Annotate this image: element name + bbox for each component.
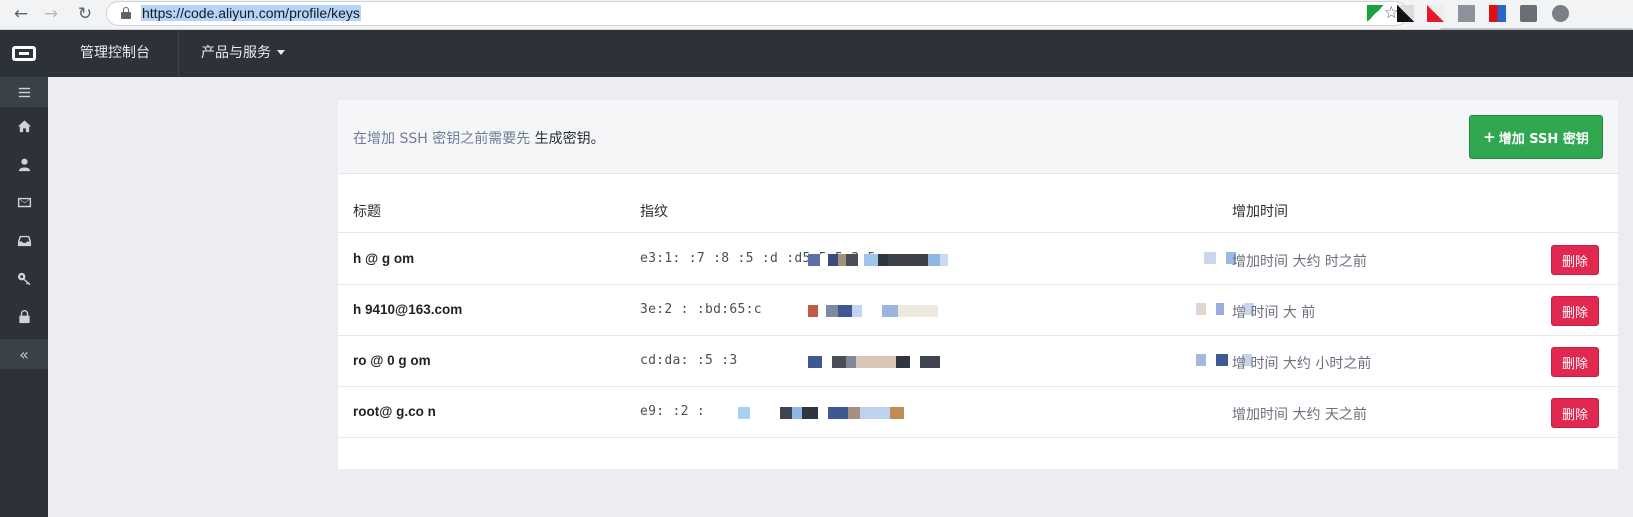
delete-button[interactable]: 删除 — [1551, 245, 1599, 275]
table-row: h 9410@163.com 3e:2 : :bd:65:c 增 时间 大 前 … — [338, 285, 1618, 336]
add-ssh-key-label: 增加 SSH 密钥 — [1498, 131, 1589, 147]
generate-key-link[interactable]: 生成密钥 — [535, 131, 591, 147]
add-ssh-key-button[interactable]: + 增加 SSH 密钥 — [1469, 115, 1603, 159]
column-header-title: 标题 — [353, 204, 381, 220]
redacted-pixels — [1196, 252, 1236, 264]
column-header-added-time: 增加时间 — [1232, 204, 1288, 220]
sidebar: « — [0, 77, 48, 517]
nav-divider — [178, 30, 179, 77]
lock-icon — [121, 7, 131, 19]
table-row: ro @ 0 g om cd:da: :5 :3 增 时间 大约 小时之前 删除 — [338, 336, 1618, 387]
redacted-pixels — [808, 356, 940, 368]
redacted-pixels — [808, 305, 938, 317]
extension-icon[interactable] — [1489, 5, 1506, 22]
inbox-icon — [17, 235, 31, 246]
ssh-keys-panel: 在增加 SSH 密钥之前需要先 生成密钥。 + 增加 SSH 密钥 标题 指纹 … — [338, 100, 1618, 469]
plus-icon: + — [1483, 128, 1496, 146]
menu-icon[interactable] — [0, 77, 48, 107]
user-icon — [18, 158, 30, 171]
notice-bar: 在增加 SSH 密钥之前需要先 生成密钥。 + 增加 SSH 密钥 — [338, 100, 1618, 174]
key-fingerprint: e9: :2 : — [640, 404, 706, 419]
table-row: root@ g.co n e9: :2 : 增加时间 大约 天之前 删除 — [338, 387, 1618, 438]
key-added-time: 增加时间 大约 天之前 — [1232, 407, 1367, 423]
sidebar-item-keys[interactable] — [0, 259, 48, 297]
extension-icon[interactable] — [1427, 5, 1444, 22]
top-navbar: 管理控制台 产品与服务 — [0, 30, 1633, 77]
column-header-fingerprint: 指纹 — [640, 204, 668, 220]
key-fingerprint: 3e:2 : :bd:65:c — [640, 302, 762, 317]
back-arrow-icon[interactable]: ← — [10, 3, 32, 25]
redacted-pixels — [738, 407, 904, 419]
sidebar-item-profile[interactable] — [0, 145, 48, 183]
extension-icon[interactable] — [1520, 5, 1537, 22]
extension-icon[interactable] — [1552, 5, 1569, 22]
table-row: h @ g om e3:1: :7 :8 :5 :d :d5:5:5:3:5: … — [338, 234, 1618, 285]
delete-button[interactable]: 删除 — [1551, 398, 1599, 428]
sidebar-item-inbox[interactable] — [0, 221, 48, 259]
key-added-time: 增 时间 大约 小时之前 — [1232, 356, 1372, 372]
notice-suffix: 。 — [590, 131, 605, 147]
extension-icon[interactable] — [1367, 5, 1384, 22]
nav-products-label: 产品与服务 — [201, 45, 271, 61]
nav-console[interactable]: 管理控制台 — [80, 30, 150, 77]
mail-icon — [17, 197, 31, 207]
key-title: root@ g.co n — [353, 404, 436, 419]
forward-arrow-icon[interactable]: → — [40, 3, 62, 25]
sidebar-item-security[interactable] — [0, 297, 48, 335]
notice-message: 在增加 SSH 密钥之前需要先 — [353, 131, 531, 147]
key-title: ro @ 0 g om — [353, 353, 431, 368]
aliyun-logo[interactable] — [0, 30, 48, 77]
menu-glyph — [18, 87, 30, 97]
logo-icon — [12, 46, 36, 61]
redacted-pixels — [808, 254, 948, 266]
home-icon — [17, 119, 31, 132]
notice-text: 在增加 SSH 密钥之前需要先 生成密钥。 — [353, 128, 605, 148]
browser-toolbar: ← → ↻ https://code.aliyun.com/profile/ke… — [0, 0, 1633, 32]
table-header: 标题 指纹 增加时间 — [338, 184, 1618, 233]
nav-products[interactable]: 产品与服务 — [201, 30, 285, 77]
key-title: h 9410@163.com — [353, 302, 463, 317]
key-added-time: 增 时间 大 前 — [1232, 305, 1316, 321]
key-fingerprint: cd:da: :5 :3 — [640, 353, 738, 368]
address-bar[interactable]: https://code.aliyun.com/profile/keys ☆ — [106, 1, 1408, 26]
key-icon — [17, 272, 31, 285]
chevron-down-icon — [277, 50, 285, 55]
lock-icon — [18, 309, 30, 323]
delete-button[interactable]: 删除 — [1551, 347, 1599, 377]
extension-icon[interactable] — [1458, 5, 1475, 22]
sidebar-item-home[interactable] — [0, 107, 48, 145]
delete-button[interactable]: 删除 — [1551, 296, 1599, 326]
extension-icon[interactable] — [1397, 5, 1414, 22]
reload-icon[interactable]: ↻ — [74, 3, 96, 25]
collapse-icon[interactable]: « — [0, 339, 48, 369]
key-added-time: 增加时间 大约 时之前 — [1232, 254, 1367, 270]
sidebar-item-mail[interactable] — [0, 183, 48, 221]
key-title: h @ g om — [353, 251, 415, 266]
url-text[interactable]: https://code.aliyun.com/profile/keys — [141, 5, 361, 21]
